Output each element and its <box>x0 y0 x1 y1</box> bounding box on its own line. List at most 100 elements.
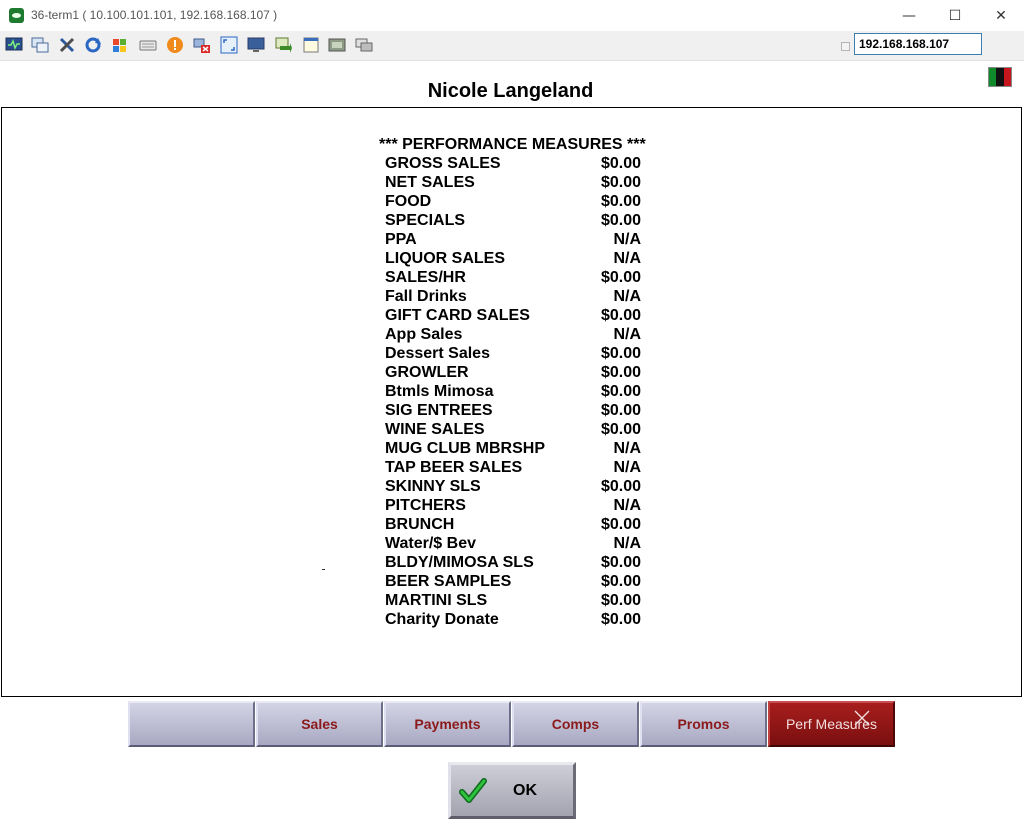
measure-value: N/A <box>613 288 641 305</box>
tab-perf-measures[interactable]: Perf Measures <box>768 701 895 747</box>
performance-report-panel: *** PERFORMANCE MEASURES *** GROSS SALES… <box>1 107 1022 697</box>
measure-value: N/A <box>613 497 641 514</box>
report-row: BEER SAMPLES $0.00 <box>385 573 641 592</box>
screen-icon[interactable] <box>247 36 265 54</box>
winlogo-icon[interactable] <box>111 36 129 54</box>
measure-value: N/A <box>613 250 641 267</box>
measure-value: $0.00 <box>600 155 641 172</box>
report-row: LIQUOR SALES N/A <box>385 250 641 269</box>
measure-label: Dessert Sales <box>385 345 490 362</box>
measure-label: Charity Donate <box>385 611 499 628</box>
measure-value: N/A <box>613 440 641 457</box>
report-row: Fall Drinks N/A <box>385 288 641 307</box>
report-row: BRUNCH $0.00 <box>385 516 641 535</box>
report-row: SKINNY SLS $0.00 <box>385 478 641 497</box>
measure-label: NET SALES <box>385 174 475 191</box>
ip-address-field[interactable]: 192.168.168.107 <box>854 33 982 55</box>
tab-comps[interactable]: Comps <box>512 701 639 747</box>
measure-label: MARTINI SLS <box>385 592 488 609</box>
report-row: WINE SALES $0.00 <box>385 421 641 440</box>
app-eye-icon <box>9 8 24 23</box>
measure-label: Btmls Mimosa <box>385 383 494 400</box>
report-row: PITCHERS N/A <box>385 497 641 516</box>
monitor-icon[interactable] <box>5 36 23 54</box>
employee-name: Nicole Langeland <box>427 80 594 102</box>
ok-button[interactable]: OK <box>448 762 576 819</box>
maximize-button[interactable]: ☐ <box>932 0 978 31</box>
measure-value: $0.00 <box>600 269 641 286</box>
report-row: TAP BEER SALES N/A <box>385 459 641 478</box>
minimize-button[interactable]: — <box>886 0 932 31</box>
report-row: BLDY/MIMOSA SLS $0.00 <box>385 554 641 573</box>
alert-icon[interactable] <box>166 36 184 54</box>
report-row: App Sales N/A <box>385 326 641 345</box>
keyboard-icon[interactable] <box>139 36 157 54</box>
report-heading: *** PERFORMANCE MEASURES *** <box>379 136 646 153</box>
measure-label: SALES/HR <box>385 269 466 286</box>
measure-label: BLDY/MIMOSA SLS <box>385 554 534 571</box>
ok-label: OK <box>513 782 537 799</box>
measure-label: SIG ENTREES <box>385 402 493 419</box>
disconnect-icon[interactable] <box>193 36 211 54</box>
measure-label: TAP BEER SALES <box>385 459 523 476</box>
measure-value: N/A <box>613 231 641 248</box>
measure-value: $0.00 <box>600 516 641 533</box>
notes-icon[interactable] <box>302 36 320 54</box>
measure-value: $0.00 <box>600 212 641 229</box>
close-window-button[interactable]: ✕ <box>978 0 1024 31</box>
report-row: GROSS SALES $0.00 <box>385 155 641 174</box>
measure-label: PITCHERS <box>385 497 466 514</box>
measure-label: MUG CLUB MBRSHP <box>385 440 545 457</box>
measure-label: App Sales <box>385 326 463 343</box>
measure-label: SKINNY SLS <box>385 478 481 495</box>
measure-label: FOOD <box>385 193 432 210</box>
report-row: Btmls Mimosa $0.00 <box>385 383 641 402</box>
tab-sales[interactable]: Sales <box>256 701 383 747</box>
measure-value: $0.00 <box>600 383 641 400</box>
report-row: Charity Donate $0.00 <box>385 611 641 630</box>
report-row: MARTINI SLS $0.00 <box>385 592 641 611</box>
report-row: SPECIALS $0.00 <box>385 212 641 231</box>
measure-label: BEER SAMPLES <box>385 573 512 590</box>
measure-value: $0.00 <box>600 307 641 324</box>
report-row: SALES/HR $0.00 <box>385 269 641 288</box>
transfer-icon[interactable] <box>274 36 292 54</box>
measure-label: SPECIALS <box>385 212 466 229</box>
report-row: GROWLER $0.00 <box>385 364 641 383</box>
measure-value: $0.00 <box>600 193 641 210</box>
close-icon <box>854 710 870 726</box>
camera-icon[interactable] <box>328 36 346 54</box>
measure-value: $0.00 <box>600 402 641 419</box>
measure-value: N/A <box>613 535 641 552</box>
tab-blank[interactable] <box>128 701 255 747</box>
report-row: GIFT CARD SALES $0.00 <box>385 307 641 326</box>
checkmark-icon <box>459 778 487 803</box>
report-row: PPA N/A <box>385 231 641 250</box>
fullscreen-icon[interactable] <box>220 36 238 54</box>
measure-label: WINE SALES <box>385 421 485 438</box>
measure-label: GIFT CARD SALES <box>385 307 530 324</box>
measure-label: PPA <box>385 231 417 248</box>
measure-value: $0.00 <box>600 592 641 609</box>
measure-label: Water/$ Bev <box>385 535 476 552</box>
measure-label: GROSS SALES <box>385 155 501 172</box>
chat-icon[interactable] <box>355 36 373 54</box>
report-row: FOOD $0.00 <box>385 193 641 212</box>
tab-promos[interactable]: Promos <box>640 701 767 747</box>
measure-label: Fall Drinks <box>385 288 467 305</box>
tools-icon[interactable] <box>58 36 76 54</box>
ip-indicator-checkbox[interactable] <box>841 42 850 51</box>
measure-label: GROWLER <box>385 364 469 381</box>
measure-value: $0.00 <box>600 554 641 571</box>
report-row: Water/$ Bev N/A <box>385 535 641 554</box>
measure-value: $0.00 <box>600 174 641 191</box>
measure-value: $0.00 <box>600 573 641 590</box>
windows-icon[interactable] <box>31 36 49 54</box>
measure-value: $0.00 <box>600 478 641 495</box>
report-row: Dessert Sales $0.00 <box>385 345 641 364</box>
measure-label: LIQUOR SALES <box>385 250 506 267</box>
tab-payments[interactable]: Payments <box>384 701 511 747</box>
report-row: MUG CLUB MBRSHP N/A <box>385 440 641 459</box>
report-row: SIG ENTREES $0.00 <box>385 402 641 421</box>
refresh-icon[interactable] <box>84 36 102 54</box>
